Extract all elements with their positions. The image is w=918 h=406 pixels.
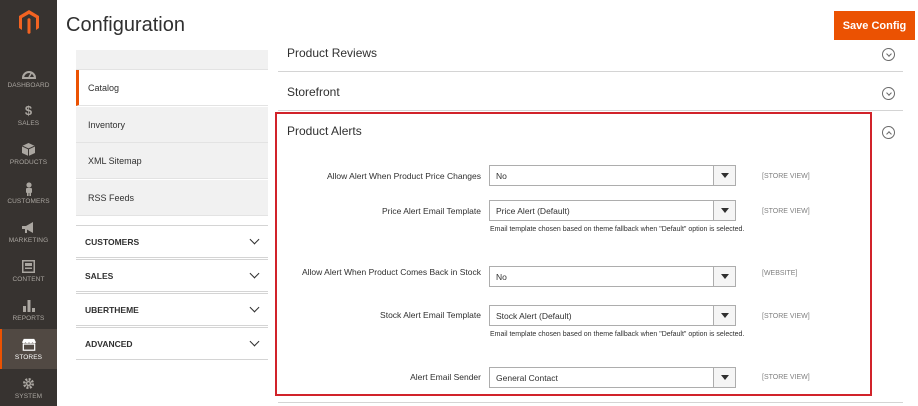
expand-reviews-icon[interactable] bbox=[882, 48, 895, 61]
dashboard-icon bbox=[21, 66, 36, 80]
divider bbox=[278, 402, 903, 403]
collapse-alerts-icon[interactable] bbox=[882, 126, 895, 139]
nav-marketing-label: MARKETING bbox=[8, 236, 49, 244]
select-stock-template-value: Stock Alert (Default) bbox=[496, 310, 572, 321]
chevron-down-icon bbox=[713, 267, 735, 286]
dollar-icon: $ bbox=[24, 103, 33, 118]
tab-xml-sitemap[interactable]: XML Sitemap bbox=[76, 143, 268, 179]
chevron-down-icon bbox=[249, 336, 260, 347]
nav-system[interactable]: SYSTEM bbox=[0, 368, 57, 406]
tab-section-ubertheme[interactable]: UBERTHEME bbox=[76, 293, 268, 326]
store-icon bbox=[21, 338, 36, 352]
page-title: Configuration bbox=[66, 14, 185, 36]
chevron-down-icon bbox=[713, 306, 735, 325]
nav-dashboard-label: DASHBOARD bbox=[7, 81, 50, 89]
tab-section-advanced[interactable]: ADVANCED bbox=[76, 327, 268, 360]
section-product-reviews-title: Product Reviews bbox=[287, 46, 378, 60]
tab-section-ubertheme-label: UBERTHEME bbox=[85, 304, 139, 315]
tab-section-customers[interactable]: CUSTOMERS bbox=[76, 225, 268, 258]
select-price-template-value: Price Alert (Default) bbox=[496, 205, 570, 216]
select-email-sender[interactable]: General Contact bbox=[489, 367, 736, 388]
field-label-email-sender: Alert Email Sender bbox=[410, 372, 481, 382]
field-note: Email template chosen based on theme fal… bbox=[490, 331, 745, 338]
select-stock-template[interactable]: Stock Alert (Default) bbox=[489, 305, 736, 326]
nav-content-label: CONTENT bbox=[12, 275, 45, 283]
nav-sales[interactable]: $ SALES bbox=[0, 95, 57, 135]
nav-content[interactable]: CONTENT bbox=[0, 251, 57, 291]
field-label-back-in-stock: Allow Alert When Product Comes Back in S… bbox=[301, 267, 481, 277]
expand-storefront-icon[interactable] bbox=[882, 87, 895, 100]
nav-customers-label: CUSTOMERS bbox=[7, 197, 50, 205]
megaphone-icon bbox=[21, 221, 36, 235]
nav-reports-label: REPORTS bbox=[12, 314, 45, 322]
tab-section-customers-label: CUSTOMERS bbox=[85, 236, 140, 247]
scope-label: [STORE VIEW] bbox=[762, 173, 810, 180]
tab-section-sales-label: SALES bbox=[85, 270, 114, 281]
tab-section-advanced-label: ADVANCED bbox=[85, 338, 133, 349]
magento-logo[interactable] bbox=[0, 0, 57, 44]
select-email-sender-value: General Contact bbox=[496, 372, 558, 383]
nav-products-label: PRODUCTS bbox=[9, 158, 48, 166]
chevron-down-icon bbox=[713, 166, 735, 185]
nav-system-label: SYSTEM bbox=[14, 392, 43, 400]
field-note: Email template chosen based on theme fal… bbox=[490, 226, 745, 233]
nav-stores-label: STORES bbox=[14, 353, 43, 361]
tab-rss-feeds[interactable]: RSS Feeds bbox=[76, 180, 268, 216]
app-root: DASHBOARD $ SALES PRODUCTS CUSTOMERS MAR… bbox=[0, 0, 918, 406]
content-icon bbox=[22, 260, 36, 274]
select-back-in-stock-value: No bbox=[496, 271, 507, 282]
field-label-price-template: Price Alert Email Template bbox=[381, 206, 481, 216]
scope-label: [STORE VIEW] bbox=[762, 313, 810, 320]
gear-icon bbox=[22, 377, 36, 391]
person-icon bbox=[22, 181, 36, 196]
chevron-down-icon bbox=[713, 368, 735, 387]
field-label-price-changes: Allow Alert When Product Price Changes bbox=[326, 171, 481, 181]
field-label-stock-template: Stock Alert Email Template bbox=[380, 310, 481, 320]
section-storefront[interactable]: Storefront bbox=[278, 73, 903, 111]
tab-catalog[interactable]: Catalog bbox=[76, 70, 268, 106]
select-price-template[interactable]: Price Alert (Default) bbox=[489, 200, 736, 221]
select-back-in-stock[interactable]: No bbox=[489, 266, 736, 287]
tab-section-sales[interactable]: SALES bbox=[76, 259, 268, 292]
tab-group-top bbox=[76, 50, 268, 70]
chevron-down-icon bbox=[249, 234, 260, 245]
tab-inventory[interactable]: Inventory bbox=[76, 107, 268, 143]
nav-dashboard[interactable]: DASHBOARD bbox=[0, 57, 57, 97]
chevron-down-icon bbox=[713, 201, 735, 220]
section-storefront-title: Storefront bbox=[287, 84, 340, 99]
admin-nav: DASHBOARD $ SALES PRODUCTS CUSTOMERS MAR… bbox=[0, 0, 57, 406]
nav-customers[interactable]: CUSTOMERS bbox=[0, 173, 57, 213]
bar-chart-icon bbox=[22, 299, 36, 313]
nav-reports[interactable]: REPORTS bbox=[0, 290, 57, 330]
save-config-button[interactable]: Save Config bbox=[834, 11, 915, 40]
chevron-down-icon bbox=[249, 268, 260, 279]
highlight-box bbox=[275, 112, 872, 396]
select-price-changes[interactable]: No bbox=[489, 165, 736, 186]
chevron-down-icon bbox=[249, 302, 260, 313]
scope-label: [WEBSITE] bbox=[762, 270, 798, 277]
scope-label: [STORE VIEW] bbox=[762, 208, 810, 215]
nav-products[interactable]: PRODUCTS bbox=[0, 134, 57, 174]
nav-stores[interactable]: STORES bbox=[0, 329, 57, 369]
select-price-changes-value: No bbox=[496, 170, 507, 181]
nav-marketing[interactable]: MARKETING bbox=[0, 212, 57, 252]
scope-label: [STORE VIEW] bbox=[762, 374, 810, 381]
section-product-reviews[interactable]: Product Reviews bbox=[278, 46, 903, 72]
nav-sales-label: SALES bbox=[17, 119, 40, 127]
box-icon bbox=[22, 143, 36, 157]
